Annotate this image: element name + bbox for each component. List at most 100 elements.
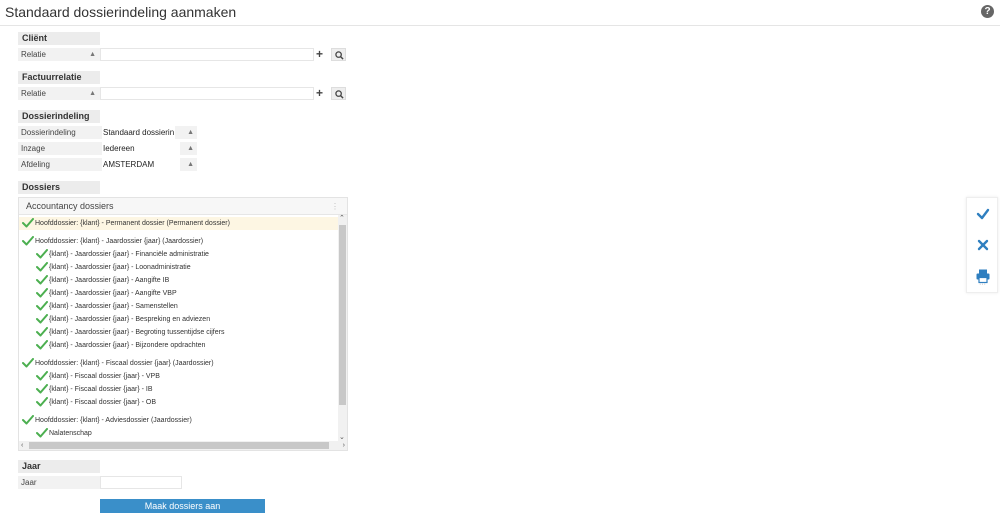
check-icon[interactable] xyxy=(22,218,34,228)
tree-item-label: {klant} - Jaardossier {jaar} - Loonadmin… xyxy=(49,264,191,271)
tree-child-item[interactable]: {klant} - Fiscaal dossier {jaar} - VPB xyxy=(19,370,338,383)
check-icon[interactable] xyxy=(36,275,48,285)
afdeling-label: Afdeling xyxy=(18,158,100,171)
tree-item-label: {klant} - Jaardossier {jaar} - Bijzonder… xyxy=(49,342,206,349)
tree-item-label: {klant} - Jaardossier {jaar} - Aangifte … xyxy=(49,290,177,297)
invoice-relation-type-select[interactable]: Relatie ▲︎ xyxy=(18,87,100,100)
afdeling-select[interactable]: AMSTERDAM ▲︎ xyxy=(100,158,197,171)
tree-child-item[interactable]: {klant} - Fiscaal dossier {jaar} - IB xyxy=(19,383,338,396)
tree-item-label: Hoofddossier: {klant} - Jaardossier {jaa… xyxy=(35,238,204,245)
tree-item-label: Nalatenschap xyxy=(49,430,92,437)
sort-arrows-icon: ▲︎ xyxy=(187,161,194,168)
tree-group-item[interactable]: Hoofddossier: {klant} - Jaardossier {jaa… xyxy=(19,235,338,248)
check-icon[interactable] xyxy=(36,262,48,272)
client-add-icon[interactable]: + xyxy=(316,48,323,60)
sort-arrows-icon: ▲︎ xyxy=(89,51,96,58)
tree-item-label: {klant} - Jaardossier {jaar} - Aangifte … xyxy=(49,277,170,284)
check-icon[interactable] xyxy=(36,371,48,381)
dossierindeling-select[interactable]: Standaard dossierin ▲︎ xyxy=(100,126,197,139)
tree-child-item[interactable]: {klant} - Jaardossier {jaar} - Samenstel… xyxy=(19,300,338,313)
dossier-tree-body: Hoofddossier: {klant} - Permanent dossie… xyxy=(19,215,338,442)
cancel-button[interactable] xyxy=(975,237,991,253)
client-search-button[interactable] xyxy=(331,48,346,61)
inzage-select[interactable]: Iedereen ▲︎ xyxy=(100,142,197,155)
check-icon[interactable] xyxy=(36,397,48,407)
horizontal-scrollbar[interactable]: ‹ › xyxy=(19,441,347,450)
more-icon[interactable]: ··· xyxy=(979,281,986,288)
dossierindeling-label: Dossierindeling xyxy=(18,126,100,139)
check-icon[interactable] xyxy=(36,428,48,438)
search-icon xyxy=(335,90,344,99)
resize-grip-icon[interactable]: ⋮ xyxy=(331,198,339,215)
invoice-section-header: Factuurrelatie xyxy=(18,71,100,84)
tree-group-item[interactable]: Hoofddossier: {klant} - Adviesdossier (J… xyxy=(19,414,338,427)
tree-item-label: {klant} - Jaardossier {jaar} - Begroting… xyxy=(49,329,225,336)
inzage-label: Inzage xyxy=(18,142,100,155)
invoice-search-button[interactable] xyxy=(331,87,346,100)
jaar-label: Jaar xyxy=(18,476,100,489)
close-icon xyxy=(977,239,989,251)
dossier-tree[interactable]: Accountancy dossiers ⋮ Hoofddossier: {kl… xyxy=(18,197,348,451)
jaar-section-header: Jaar xyxy=(18,460,100,473)
tree-item-label: {klant} - Jaardossier {jaar} - Financiël… xyxy=(49,251,209,258)
jaar-input[interactable] xyxy=(100,476,182,489)
check-icon[interactable] xyxy=(36,249,48,259)
check-icon[interactable] xyxy=(22,358,34,368)
check-icon[interactable] xyxy=(22,236,34,246)
tree-child-item[interactable]: {klant} - Fiscaal dossier {jaar} - OB xyxy=(19,396,338,409)
client-relation-type-select[interactable]: Relatie ▲︎ xyxy=(18,48,100,61)
tree-group-item[interactable]: Hoofddossier: {klant} - Permanent dossie… xyxy=(19,217,338,230)
tree-child-item[interactable]: {klant} - Jaardossier {jaar} - Bijzonder… xyxy=(19,339,338,352)
check-icon[interactable] xyxy=(22,415,34,425)
dossierindeling-value: Standaard dossierin xyxy=(102,126,176,139)
invoice-relation-input[interactable] xyxy=(100,87,314,100)
dossier-tree-title: Accountancy dossiers xyxy=(26,201,114,211)
tree-item-label: {klant} - Jaardossier {jaar} - Besprekin… xyxy=(49,316,211,323)
check-icon xyxy=(976,208,990,220)
client-section-header: Cliënt xyxy=(18,32,100,45)
vertical-scroll-thumb[interactable] xyxy=(339,225,346,405)
search-icon xyxy=(335,51,344,60)
tree-item-label: {klant} - Fiscaal dossier {jaar} - IB xyxy=(49,386,153,393)
tree-item-label: Hoofddossier: {klant} - Permanent dossie… xyxy=(35,220,230,227)
tree-child-item[interactable]: Nalatenschap xyxy=(19,427,338,440)
tree-item-label: {klant} - Fiscaal dossier {jaar} - VPB xyxy=(49,373,160,380)
tree-child-item[interactable]: {klant} - Jaardossier {jaar} - Besprekin… xyxy=(19,313,338,326)
scroll-up-icon[interactable]: ⌃ xyxy=(339,215,345,223)
scroll-right-icon[interactable]: › xyxy=(343,441,345,450)
invoice-add-icon[interactable]: + xyxy=(316,87,323,99)
page-title: Standaard dossierindeling aanmaken xyxy=(5,4,237,20)
tree-item-label: Hoofddossier: {klant} - Adviesdossier (J… xyxy=(35,417,192,424)
help-icon[interactable]: ? xyxy=(981,5,994,18)
create-dossiers-button[interactable]: Maak dossiers aan xyxy=(100,499,265,513)
tree-item-label: Hoofddossier: {klant} - Fiscaal dossier … xyxy=(35,360,214,367)
sort-arrows-icon: ▲︎ xyxy=(187,129,194,136)
tree-child-item[interactable]: {klant} - Jaardossier {jaar} - Aangifte … xyxy=(19,287,338,300)
sort-arrows-icon: ▲︎ xyxy=(187,145,194,152)
check-icon[interactable] xyxy=(36,327,48,337)
tree-item-label: {klant} - Jaardossier {jaar} - Samenstel… xyxy=(49,303,178,310)
dossier-tree-header: Accountancy dossiers ⋮ xyxy=(19,198,347,215)
check-icon[interactable] xyxy=(36,340,48,350)
tree-group-item[interactable]: Hoofddossier: {klant} - Fiscaal dossier … xyxy=(19,357,338,370)
scroll-left-icon[interactable]: ‹ xyxy=(21,441,23,450)
tree-child-item[interactable]: {klant} - Jaardossier {jaar} - Aangifte … xyxy=(19,274,338,287)
side-action-panel: ··· xyxy=(966,197,998,293)
invoice-relation-type-label: Relatie xyxy=(21,89,46,98)
top-bar: Standaard dossierindeling aanmaken ? xyxy=(0,0,1000,26)
tree-item-label: {klant} - Fiscaal dossier {jaar} - OB xyxy=(49,399,156,406)
check-icon[interactable] xyxy=(36,288,48,298)
check-icon[interactable] xyxy=(36,314,48,324)
check-icon[interactable] xyxy=(36,301,48,311)
dossierindeling-section-header: Dossierindeling xyxy=(18,110,100,123)
tree-child-item[interactable]: {klant} - Jaardossier {jaar} - Loonadmin… xyxy=(19,261,338,274)
tree-child-item[interactable]: {klant} - Jaardossier {jaar} - Begroting… xyxy=(19,326,338,339)
sort-arrows-icon: ▲︎ xyxy=(89,90,96,97)
tree-child-item[interactable]: {klant} - Jaardossier {jaar} - Financiël… xyxy=(19,248,338,261)
client-relation-input[interactable] xyxy=(100,48,314,61)
check-icon[interactable] xyxy=(36,384,48,394)
horizontal-scroll-thumb[interactable] xyxy=(29,442,329,449)
vertical-scrollbar[interactable]: ⌃ ⌄ xyxy=(338,215,347,442)
afdeling-value: AMSTERDAM xyxy=(102,158,180,171)
confirm-button[interactable] xyxy=(975,206,991,222)
